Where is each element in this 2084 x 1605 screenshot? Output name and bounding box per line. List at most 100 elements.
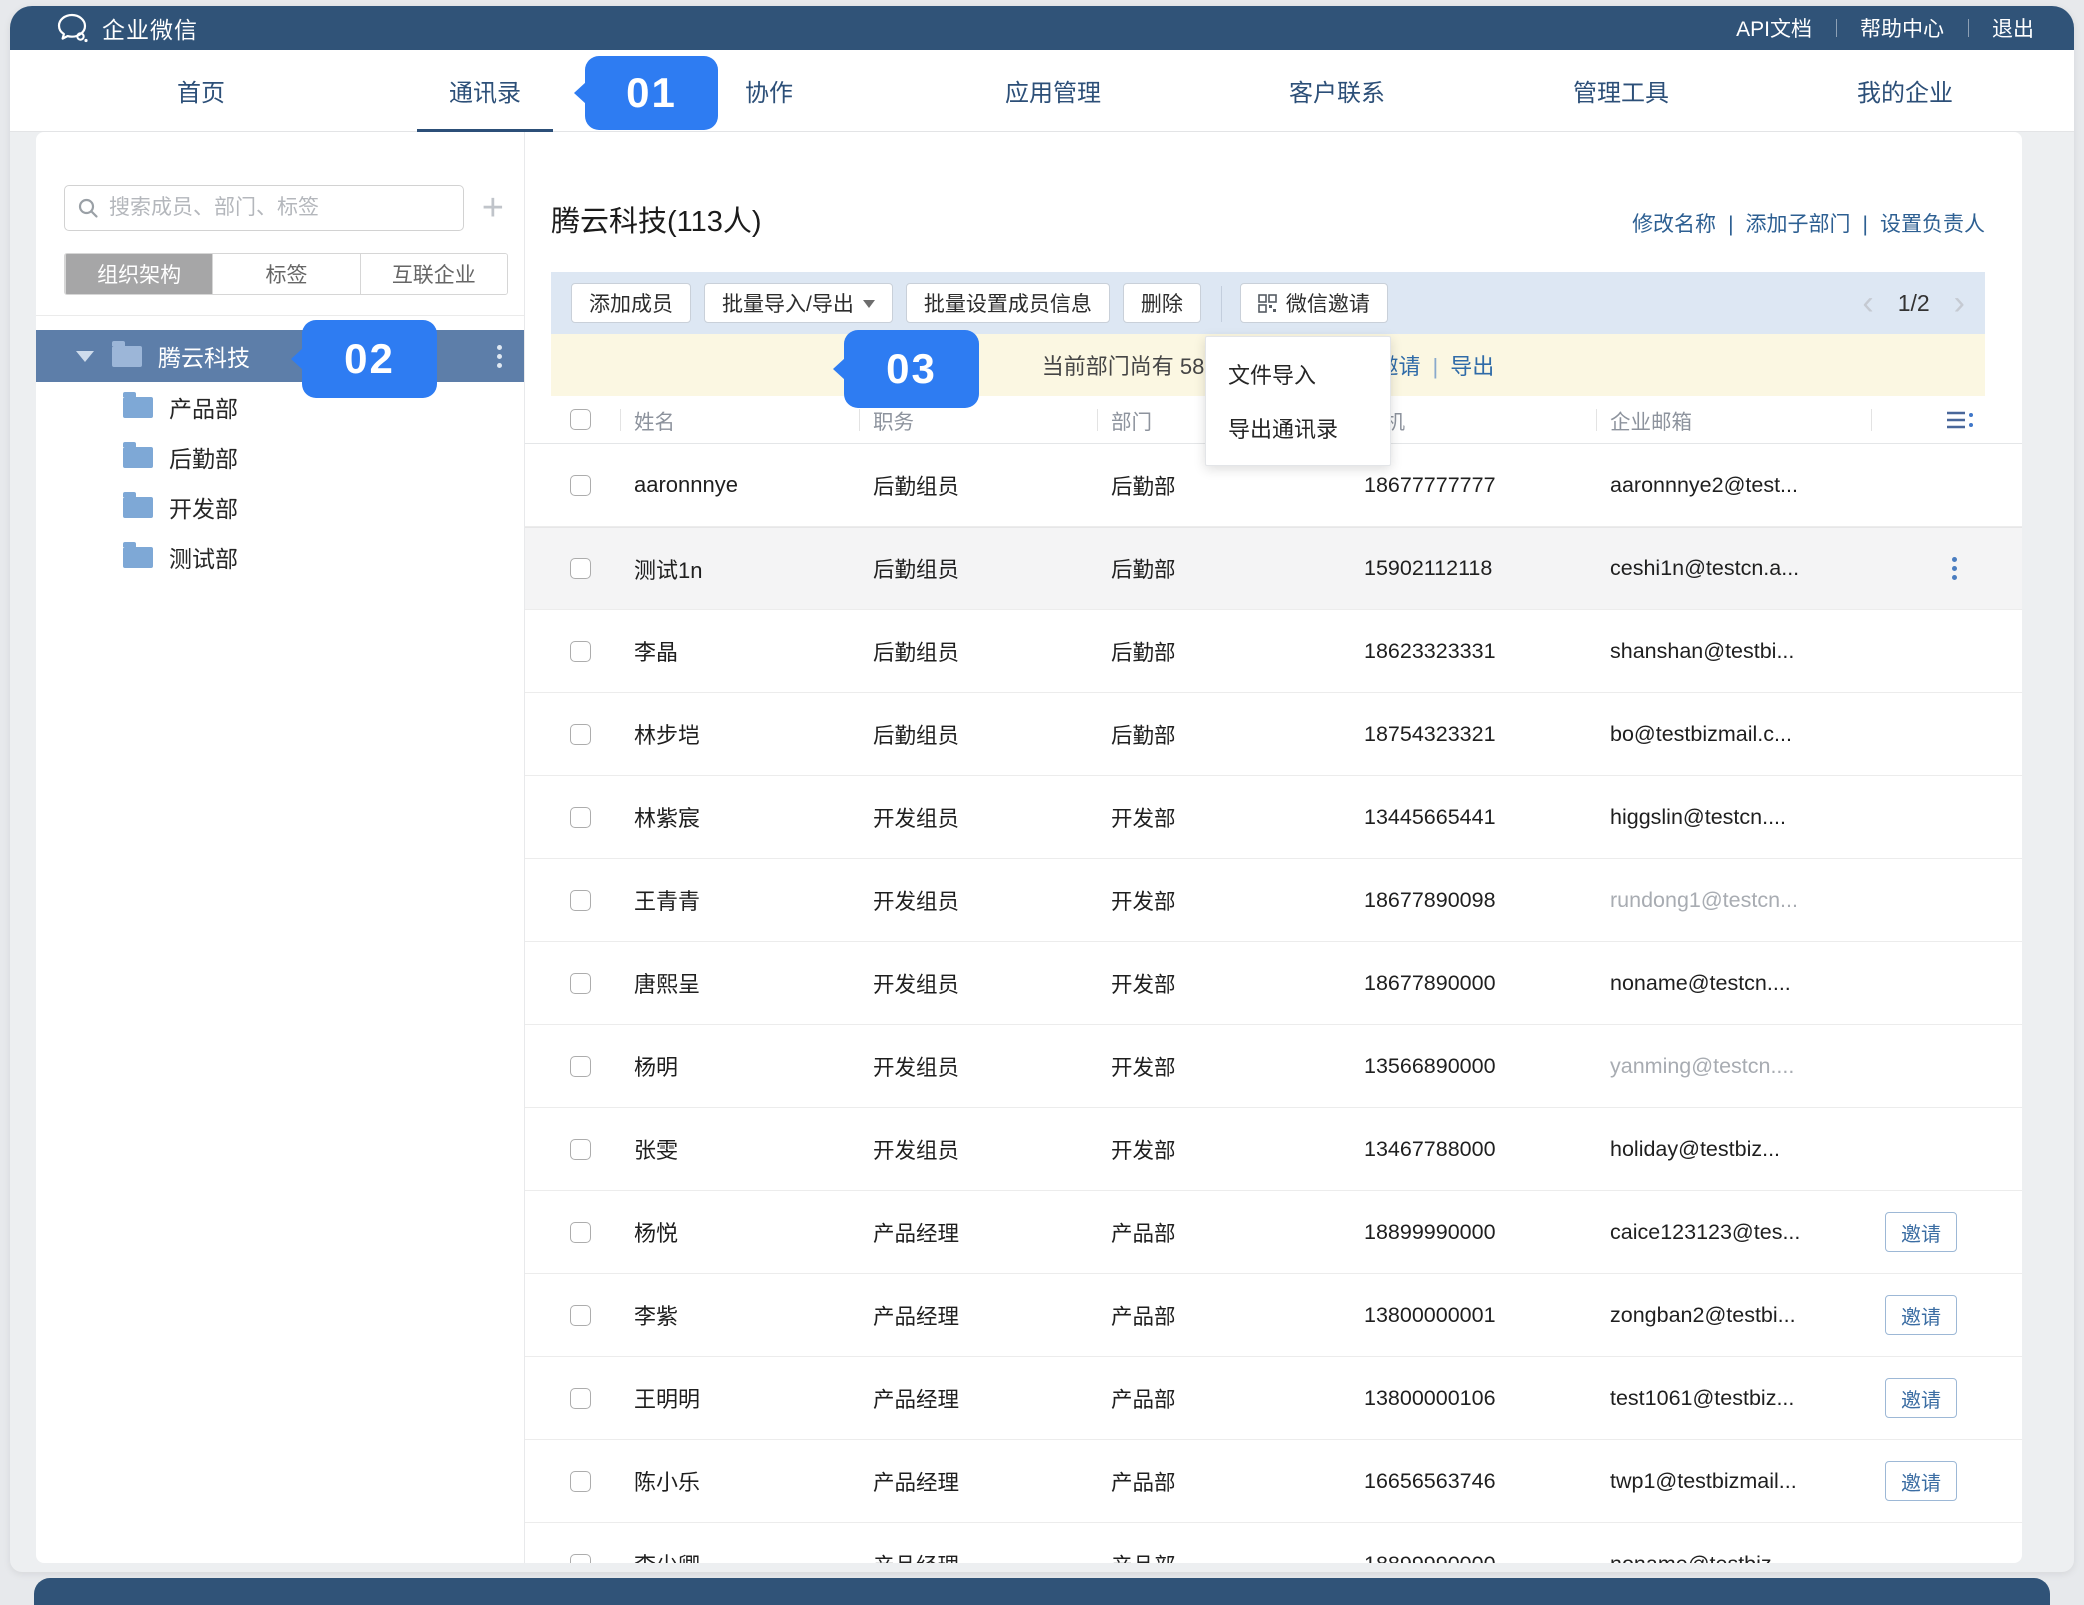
table-row[interactable]: 林紫宸 开发组员 开发部 13445665441 higgslin@testcn…: [525, 776, 2022, 859]
table-row[interactable]: 张雯 开发组员 开发部 13467788000 holiday@testbiz.…: [525, 1108, 2022, 1191]
main-panel: 腾云科技(113人) 修改名称添加子部门设置负责人 添加成员: [525, 132, 2022, 1563]
table-row[interactable]: 林步垲 后勤组员 后勤部 18754323321 bo@testbizmail.…: [525, 693, 2022, 776]
cell-email: higgslin@testcn....: [1610, 805, 1885, 830]
nav-tab[interactable]: 管理工具: [1479, 50, 1763, 131]
row-checkbox[interactable]: [570, 1056, 591, 1077]
table-row[interactable]: 李少卿 产品经理 产品部 18899990000 noname@testbiz.…: [525, 1523, 2022, 1563]
dropdown-item[interactable]: 文件导入: [1206, 347, 1390, 401]
tree-item[interactable]: 产品部: [36, 382, 524, 432]
column-header-name: 姓名: [634, 405, 873, 435]
cell-email: shanshan@testbi...: [1610, 639, 1885, 664]
table-row[interactable]: 王青青 开发组员 开发部 18677890098 rundong1@testcn…: [525, 859, 2022, 942]
title-action-link[interactable]: 设置负责人: [1851, 208, 1985, 238]
cell-email: test1061@testbiz...: [1610, 1386, 1885, 1411]
column-settings-icon[interactable]: [1945, 408, 1975, 432]
nav-tab[interactable]: 客户联系: [1195, 50, 1479, 131]
table-row[interactable]: 王明明 产品经理 产品部 13800000106 test1061@testbi…: [525, 1357, 2022, 1440]
select-all-checkbox[interactable]: [570, 409, 591, 430]
tree-item[interactable]: 后勤部: [36, 432, 524, 482]
table-row[interactable]: 杨悦 产品经理 产品部 18899990000 caice123123@tes.…: [525, 1191, 2022, 1274]
table-row[interactable]: 杨明 开发组员 开发部 13566890000 yanming@testcn..…: [525, 1025, 2022, 1108]
title-action-link[interactable]: 添加子部门: [1716, 208, 1850, 238]
folder-icon: [123, 547, 153, 568]
table-row[interactable]: 陈小乐 产品经理 产品部 16656563746 twp1@testbizmai…: [525, 1440, 2022, 1523]
cell-phone: 13467788000: [1364, 1137, 1610, 1162]
prev-page-button[interactable]: ‹: [1858, 286, 1877, 320]
row-checkbox[interactable]: [570, 1388, 591, 1409]
sidebar-tab[interactable]: 标签: [212, 254, 359, 294]
title-action-link[interactable]: 修改名称: [1632, 208, 1716, 238]
table-row[interactable]: 唐熙呈 开发组员 开发部 18677890000 noname@testcn..…: [525, 942, 2022, 1025]
row-checkbox[interactable]: [570, 1554, 591, 1564]
row-checkbox[interactable]: [570, 475, 591, 496]
tree-item-root[interactable]: 腾云科技: [36, 330, 524, 382]
row-more-icon[interactable]: [1952, 566, 1957, 571]
row-checkbox[interactable]: [570, 807, 591, 828]
tree-item-label: 测试部: [169, 540, 238, 574]
nav-tab-label: 协作: [745, 73, 793, 108]
search-box[interactable]: [64, 185, 464, 231]
invite-button[interactable]: 邀请: [1885, 1212, 1957, 1252]
cell-name: 李紫: [634, 1299, 873, 1331]
toolbar-button[interactable]: 添加成员: [571, 283, 691, 323]
row-checkbox[interactable]: [570, 1139, 591, 1160]
step-badge-3: 03: [844, 330, 979, 408]
cell-name: 杨明: [634, 1050, 873, 1082]
table-row[interactable]: 测试1n 后勤组员 后勤部 15902112118 ceshi1n@testcn…: [525, 527, 2022, 610]
cell-dept: 产品部: [1111, 1300, 1364, 1331]
cell-dept: 后勤部: [1111, 719, 1364, 750]
row-checkbox[interactable]: [570, 1222, 591, 1243]
tree-children: 产品部 后勤部 开发部 测试部: [36, 382, 524, 582]
topbar-link[interactable]: API文档: [1712, 13, 1836, 43]
cell-phone: 18754323321: [1364, 722, 1610, 747]
topbar-link[interactable]: 帮助中心: [1836, 13, 1968, 43]
table-row[interactable]: 李紫 产品经理 产品部 13800000001 zongban2@testbi.…: [525, 1274, 2022, 1357]
toolbar-button-label: 删除: [1141, 288, 1183, 318]
nav-tab[interactable]: 首页: [59, 50, 343, 131]
cell-phone: 18677890000: [1364, 971, 1610, 996]
nav-tab[interactable]: 应用管理: [911, 50, 1195, 131]
add-department-button[interactable]: +: [478, 189, 508, 227]
nav-tab[interactable]: 我的企业: [1763, 50, 2047, 131]
tree-item-label: 产品部: [169, 390, 238, 424]
invite-button[interactable]: 邀请: [1885, 1461, 1957, 1501]
sidebar-tab[interactable]: 互联企业: [360, 254, 507, 294]
row-checkbox[interactable]: [570, 973, 591, 994]
topbar-link[interactable]: 退出: [1968, 13, 2034, 43]
invite-button[interactable]: 邀请: [1885, 1378, 1957, 1418]
cell-name: 李少卿: [634, 1548, 873, 1563]
row-checkbox[interactable]: [570, 890, 591, 911]
toolbar-button[interactable]: 批量设置成员信息: [906, 283, 1110, 323]
invite-button[interactable]: 邀请: [1885, 1295, 1957, 1335]
cell-phone: 13566890000: [1364, 1054, 1610, 1079]
next-page-button[interactable]: ›: [1950, 286, 1969, 320]
sidebar-tab[interactable]: 组织架构: [65, 254, 212, 294]
banner-link[interactable]: 导出: [1420, 349, 1494, 381]
tree-item[interactable]: 开发部: [36, 482, 524, 532]
table-row[interactable]: 李晶 后勤组员 后勤部 18623323331 shanshan@testbi.…: [525, 610, 2022, 693]
row-checkbox[interactable]: [570, 558, 591, 579]
cell-email: ceshi1n@testcn.a...: [1610, 556, 1885, 581]
toolbar-button[interactable]: 删除: [1123, 283, 1201, 323]
row-checkbox[interactable]: [570, 1471, 591, 1492]
tree-item[interactable]: 测试部: [36, 532, 524, 582]
toolbar-button[interactable]: 微信邀请: [1240, 283, 1388, 323]
cell-role: 开发组员: [873, 1051, 1111, 1082]
tree-more-icon[interactable]: [497, 354, 502, 359]
search-input[interactable]: [109, 196, 451, 220]
cell-phone: 18677890098: [1364, 888, 1610, 913]
toolbar-button-label: 批量设置成员信息: [924, 288, 1092, 318]
row-checkbox[interactable]: [570, 641, 591, 662]
row-checkbox[interactable]: [570, 724, 591, 745]
topbar-links: API文档帮助中心退出: [1712, 13, 2034, 43]
caret-down-icon[interactable]: [76, 351, 94, 362]
row-checkbox[interactable]: [570, 1305, 591, 1326]
cell-role: 产品经理: [873, 1383, 1111, 1414]
toolbar-button[interactable]: 批量导入/导出: [704, 283, 893, 323]
cell-role: 产品经理: [873, 1466, 1111, 1497]
dropdown-item[interactable]: 导出通讯录: [1206, 401, 1390, 455]
cell-role: 后勤组员: [873, 470, 1111, 501]
cell-role: 产品经理: [873, 1217, 1111, 1248]
qr-code-icon: [1258, 294, 1277, 313]
member-table: aaronnnye 后勤组员 后勤部 18677777777 aaronnnye…: [525, 444, 2022, 1563]
